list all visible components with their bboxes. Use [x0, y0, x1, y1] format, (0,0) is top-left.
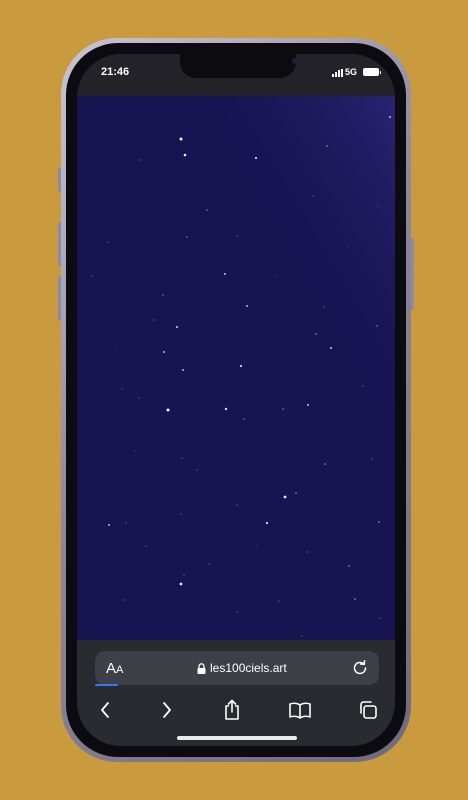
star: [326, 145, 328, 147]
share-button[interactable]: [218, 696, 246, 724]
star: [236, 611, 238, 613]
share-icon: [225, 699, 239, 720]
starfield: [77, 96, 395, 640]
star: [376, 205, 378, 207]
star: [246, 305, 248, 307]
star: [236, 235, 238, 237]
star: [346, 245, 348, 247]
page-load-progress: [95, 684, 379, 686]
star: [91, 275, 93, 277]
star: [181, 457, 183, 459]
star: [236, 504, 238, 506]
star: [243, 418, 245, 420]
address-bar[interactable]: AA les100ciels.art: [95, 651, 379, 685]
star: [362, 385, 364, 387]
star: [307, 404, 309, 406]
back-icon: [101, 702, 109, 718]
status-time: 21:46: [101, 66, 130, 78]
star: [306, 551, 308, 553]
star: [278, 600, 280, 602]
bookmarks-button[interactable]: [286, 696, 314, 724]
star: [265, 521, 269, 525]
star: [254, 156, 258, 160]
star: [179, 137, 183, 141]
star: [183, 153, 187, 157]
signal-icon: [332, 69, 344, 77]
star: [330, 347, 332, 349]
star: [180, 513, 182, 515]
star: [162, 294, 164, 296]
star: [107, 241, 109, 243]
reader-mode-small-a: A: [116, 664, 124, 676]
star: [166, 408, 170, 412]
star: [276, 275, 278, 277]
star: [156, 615, 158, 617]
star: [295, 492, 297, 494]
star: [183, 574, 185, 576]
back-button[interactable]: [91, 696, 119, 724]
star: [108, 524, 110, 526]
forward-icon: [163, 702, 171, 718]
star: [315, 333, 317, 335]
star: [122, 599, 124, 601]
star: [224, 407, 228, 411]
url-text: les100ciels.art: [210, 661, 287, 675]
sky-glow: [77, 96, 395, 640]
reader-mode-icon[interactable]: AA: [106, 660, 123, 679]
network-type: 5G: [345, 67, 358, 77]
star: [163, 351, 165, 353]
star: [216, 335, 218, 337]
star: [354, 598, 356, 600]
status-bar: 21:46 5G: [77, 54, 395, 96]
star: [121, 388, 123, 390]
star: [182, 369, 184, 371]
reload-icon[interactable]: [351, 659, 369, 677]
front-camera: [292, 58, 298, 64]
star: [176, 326, 178, 328]
star: [323, 306, 325, 308]
star: [116, 345, 118, 347]
star: [378, 521, 380, 523]
star: [379, 617, 381, 619]
tabs-icon: [360, 701, 377, 719]
home-indicator[interactable]: [177, 736, 297, 740]
star: [138, 159, 140, 161]
star: [208, 563, 210, 565]
reader-mode-large-a: A: [106, 660, 117, 677]
star: [196, 469, 198, 471]
battery-icon: [363, 68, 381, 76]
page-load-progress-fill: [95, 684, 118, 686]
browser-toolbar: AA les100ciels.art: [77, 640, 395, 746]
star: [282, 408, 284, 410]
star: [239, 364, 243, 368]
notch: [180, 54, 298, 78]
star: [324, 463, 326, 465]
star: [134, 450, 136, 452]
star: [371, 458, 373, 460]
star: [153, 319, 155, 321]
tabs-button[interactable]: [354, 696, 382, 724]
star: [138, 397, 140, 399]
phone-screen: 21:46 5G AA les100ciels.art: [77, 54, 395, 746]
star: [179, 582, 183, 586]
lock-icon: [197, 663, 206, 674]
star: [389, 116, 391, 118]
star: [256, 545, 258, 547]
star: [326, 180, 328, 182]
star: [376, 325, 378, 327]
star: [186, 236, 188, 238]
star: [206, 209, 208, 211]
star: [145, 545, 147, 547]
star: [283, 495, 287, 499]
star: [301, 635, 303, 637]
bookmarks-icon: [289, 702, 311, 719]
star: [125, 522, 127, 524]
star: [312, 195, 314, 197]
star: [348, 565, 350, 567]
web-content[interactable]: [77, 96, 395, 640]
star: [224, 273, 226, 275]
forward-button[interactable]: [153, 696, 181, 724]
